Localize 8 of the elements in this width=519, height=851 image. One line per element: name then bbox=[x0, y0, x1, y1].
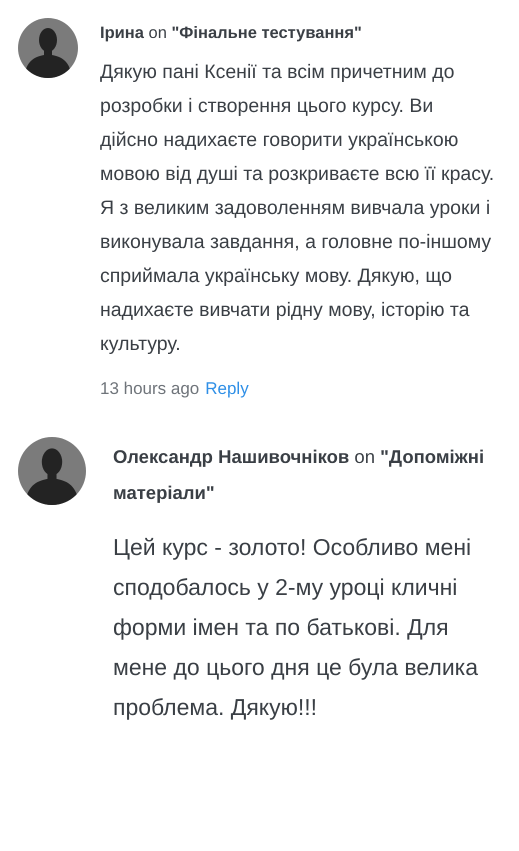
comment-heading: Олександр Нашивочніков on "Допоміжні матеріали" bbox=[113, 445, 486, 505]
avatar-icon bbox=[18, 437, 86, 505]
reply-link[interactable]: Reply bbox=[205, 379, 249, 399]
timestamp: 13 hours ago bbox=[100, 379, 200, 399]
comment-text: Дякую пані Ксенії та всім причетним до розробки і створення цього курсу. Ви дійсно надихаєте говорити українською мовою від душі та розкриваєте всю її красу. Я з великим задоволенням вивчала уроки і виконувала завдання, а головне по-іншому сприймала українську мову. Дякую, що надихаєте вивчати рідну мову, історію та культуру. bbox=[100, 60, 495, 357]
comment-heading: Ірина on "Фінальне тестування" bbox=[100, 23, 363, 44]
avatar-icon bbox=[18, 18, 78, 78]
comment-text: Цей курс - золото! Особливо мені сподобалось у 2-му уроці кличні форми імен та по батькові. Для мене до цього дня це була велика проблема. Дякую!!! bbox=[113, 533, 480, 722]
